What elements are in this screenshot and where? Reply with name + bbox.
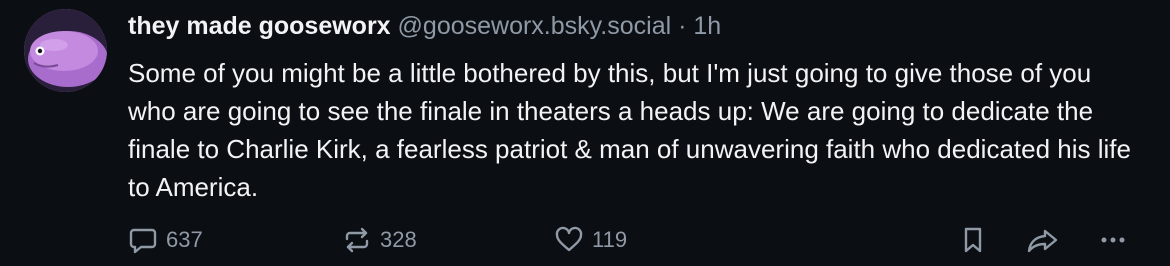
share-button[interactable] [1026, 222, 1060, 258]
repost-button[interactable]: 328 [342, 222, 417, 258]
speech-bubble-icon [129, 228, 157, 254]
repost-count: 328 [380, 227, 417, 252]
post-header: they made gooseworx @gooseworx.bsky.soci… [128, 10, 721, 42]
pink-blob-character-icon [24, 9, 107, 92]
reply-button[interactable]: 637 [128, 222, 203, 258]
bookmark-button[interactable] [958, 222, 988, 258]
more-options-button[interactable] [1098, 222, 1128, 258]
bookmark-icon [964, 227, 982, 253]
author-handle[interactable]: @gooseworx.bsky.social [398, 12, 672, 40]
reply-count: 637 [166, 227, 203, 252]
like-count: 119 [592, 227, 628, 252]
ellipsis-icon [1101, 237, 1125, 243]
author-avatar[interactable] [24, 9, 107, 92]
post-timestamp[interactable]: 1h [693, 12, 721, 40]
post-text: Some of you might be a little bothered b… [128, 58, 1131, 202]
share-arrow-icon [1027, 229, 1058, 253]
repost-arrows-icon [345, 227, 369, 253]
post-card[interactable]: they made gooseworx @gooseworx.bsky.soci… [0, 0, 1170, 266]
like-button[interactable]: 119 [554, 222, 627, 258]
meta-separator: · [678, 12, 687, 40]
author-display-name[interactable]: they made gooseworx [128, 12, 391, 40]
post-actions: 637 328 119 [128, 222, 1148, 258]
heart-icon [555, 226, 583, 252]
